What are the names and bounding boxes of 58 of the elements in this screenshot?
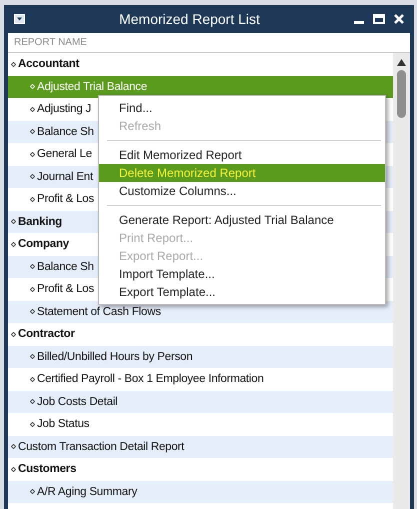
menu-item[interactable]: Generate Report: Adjusted Trial Balance bbox=[99, 211, 385, 229]
report-label: Statement of Cash Flows bbox=[37, 306, 161, 318]
report-label: Job Status bbox=[37, 418, 90, 430]
bullet-icon bbox=[30, 264, 35, 270]
close-icon[interactable] bbox=[394, 14, 404, 24]
scroll-up-icon[interactable] bbox=[397, 59, 406, 66]
report-label: Billed/Unbilled Hours by Person bbox=[37, 350, 193, 363]
report-list-row[interactable]: Job Costs Detail bbox=[8, 390, 393, 413]
category-label: Customers bbox=[18, 463, 76, 476]
report-label: Custom Transaction Detail Report bbox=[18, 440, 184, 453]
bullet-icon bbox=[30, 174, 35, 180]
bullet-icon bbox=[30, 286, 35, 292]
bullet-icon bbox=[30, 309, 35, 314]
menu-icon[interactable] bbox=[14, 14, 25, 24]
report-label: Balance Sh bbox=[37, 126, 94, 138]
menu-item[interactable]: Find... bbox=[99, 99, 385, 117]
column-header-label: REPORT NAME bbox=[14, 37, 87, 48]
report-label: Balance Sh bbox=[37, 260, 94, 273]
bullet-icon bbox=[30, 84, 35, 90]
report-label: Certified Payroll - Box 1 Employee Information bbox=[37, 373, 264, 386]
report-label: Adjusted Trial Balance bbox=[37, 80, 148, 93]
report-list-row[interactable]: Billed/Unbilled Hours by Person bbox=[8, 346, 393, 368]
scrollbar-thumb[interactable] bbox=[397, 70, 406, 118]
bullet-icon bbox=[30, 152, 35, 157]
menu-item[interactable]: Export Template... bbox=[99, 283, 385, 301]
category-label: Banking bbox=[18, 216, 62, 228]
bullet-icon bbox=[11, 466, 16, 472]
category-label: Contractor bbox=[18, 328, 75, 340]
report-label: Journal Ent bbox=[37, 170, 93, 183]
menu-item[interactable]: Import Template... bbox=[99, 265, 385, 283]
report-label: Job Costs Detail bbox=[37, 396, 118, 408]
bullet-icon bbox=[30, 376, 35, 382]
report-label: A/R Aging Summary bbox=[37, 486, 138, 498]
bullet-icon bbox=[30, 489, 35, 494]
bullet-icon bbox=[30, 106, 35, 112]
bullet-icon bbox=[11, 444, 16, 450]
bullet-icon bbox=[11, 62, 16, 67]
report-label: General Le bbox=[37, 148, 92, 160]
report-label: Profit & Los bbox=[37, 283, 94, 296]
menu-item[interactable]: Edit Memorized Report bbox=[99, 146, 385, 164]
bullet-icon bbox=[11, 332, 16, 337]
report-label: Profit & Los bbox=[37, 193, 94, 206]
bullet-icon bbox=[30, 129, 35, 134]
report-list-row[interactable]: A/R Aging Summary bbox=[8, 480, 393, 503]
window-title: Memorized Report List bbox=[118, 11, 261, 27]
maximize-icon[interactable] bbox=[373, 14, 385, 24]
bullet-icon bbox=[30, 399, 35, 404]
category-label: Accountant bbox=[18, 58, 80, 70]
bullet-icon bbox=[11, 219, 16, 224]
bullet-icon bbox=[11, 242, 16, 247]
report-list-row[interactable]: Custom Transaction Detail Report bbox=[8, 436, 393, 458]
report-label: Adjusting J bbox=[37, 103, 92, 116]
scrollbar[interactable] bbox=[393, 53, 410, 509]
category-label: Company bbox=[18, 238, 69, 250]
bullet-icon bbox=[30, 196, 35, 202]
bullet-icon bbox=[30, 354, 35, 360]
bullet-icon bbox=[30, 422, 35, 427]
menu-item[interactable]: Customize Columns... bbox=[99, 182, 385, 200]
